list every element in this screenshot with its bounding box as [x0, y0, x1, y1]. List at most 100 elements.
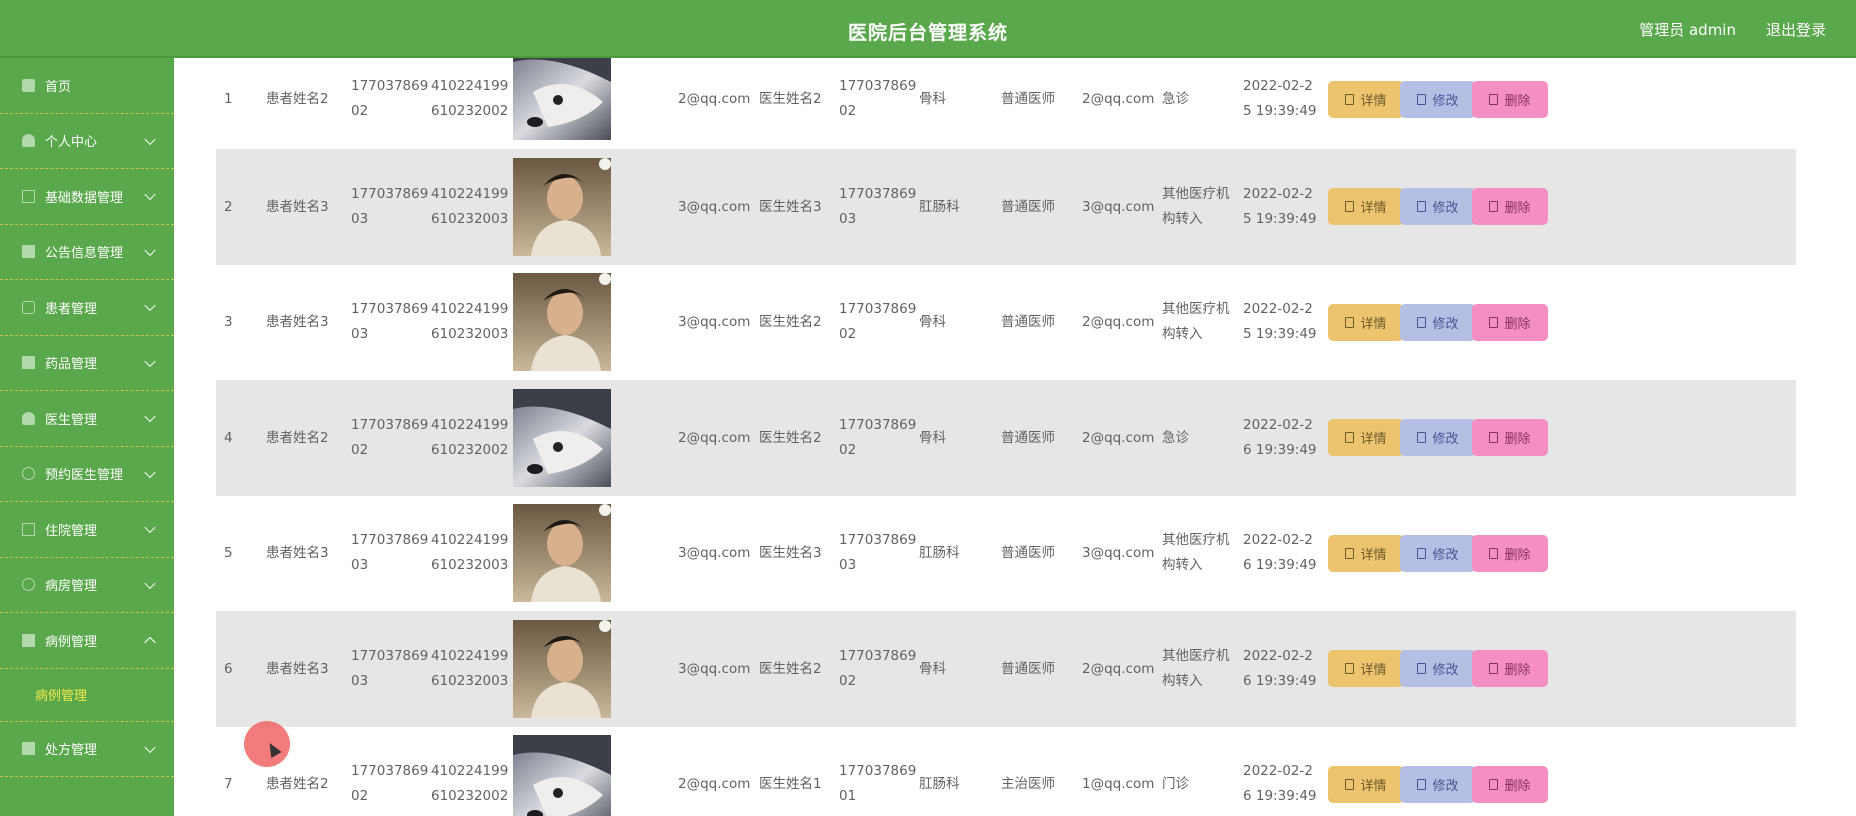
patient-photo-husky [513, 58, 611, 140]
doctor-phone-line1: 177037869 [839, 185, 917, 202]
doctor-title: 普通医师 [1001, 198, 1055, 215]
detail-button[interactable]: 详情 [1328, 650, 1404, 688]
patient-id-number-line1: 410224199 [431, 647, 509, 664]
doctor-email: 3@qq.com [1082, 545, 1155, 562]
sidebar-item-appointment[interactable]: 预约医生管理 [0, 447, 174, 502]
doctor-email: 2@qq.com [1082, 314, 1155, 331]
table-row: 3 患者姓名3 177037869 03 410224199 610232003 3@qq.… [216, 265, 1796, 381]
patient-id-number-line1: 410224199 [431, 532, 509, 549]
doctor-title: 普通医师 [1001, 429, 1055, 446]
doctor-title: 主治医师 [1001, 776, 1055, 793]
detail-label: 详情 [1360, 201, 1387, 217]
sidebar-item-medicine[interactable]: 药品管理 [0, 336, 174, 391]
chevron-down-icon [144, 741, 156, 753]
edit-label: 修改 [1432, 201, 1459, 217]
edit-button[interactable]: 修改 [1400, 419, 1476, 457]
patient-name: 患者姓名3 [266, 314, 329, 331]
detail-button[interactable]: 详情 [1328, 419, 1404, 457]
sidebar-item-notice[interactable]: 公告信息管理 [0, 225, 174, 280]
doctor-phone-line1: 177037869 [839, 301, 917, 318]
sidebar-item-home[interactable]: 首页 [0, 58, 174, 114]
created-time: 2022-02-2 6 19:39:49 [1243, 528, 1317, 578]
detail-icon [1345, 201, 1355, 213]
delete-button[interactable]: 删除 [1472, 188, 1548, 226]
row-index: 3 [224, 314, 233, 331]
patient-phone-line1: 177037869 [351, 763, 429, 780]
delete-button[interactable]: 删除 [1472, 80, 1548, 118]
patient-phone: 177037869 02 [351, 413, 428, 463]
doctor-phone-line1: 177037869 [839, 416, 917, 433]
delete-button[interactable]: 删除 [1472, 650, 1548, 688]
delete-icon [1489, 663, 1499, 675]
edit-button[interactable]: 修改 [1400, 650, 1476, 688]
delete-button[interactable]: 删除 [1472, 419, 1548, 457]
patient-email: 2@qq.com [678, 429, 751, 446]
submenu-item-case-management[interactable]: 病例管理 [0, 669, 174, 722]
created-time-line1: 2022-02-2 [1243, 185, 1313, 202]
edit-button[interactable]: 修改 [1400, 765, 1476, 803]
logout-link[interactable]: 退出登录 [1766, 19, 1826, 40]
sidebar-item-prescription[interactable]: 处方管理 [0, 722, 174, 777]
patient-id-number-line1: 410224199 [431, 301, 509, 318]
edit-icon [1417, 93, 1427, 105]
created-time-line2: 5 19:39:49 [1243, 326, 1317, 343]
patient-phone-line2: 02 [351, 441, 369, 458]
edit-label: 修改 [1432, 316, 1459, 332]
patient-id-number: 410224199 610232003 [431, 528, 508, 578]
detail-button[interactable]: 详情 [1328, 80, 1404, 118]
created-time-line1: 2022-02-2 [1243, 301, 1313, 318]
patient-phone-line1: 177037869 [351, 416, 429, 433]
delete-button[interactable]: 删除 [1472, 765, 1548, 803]
doctor-name: 医生姓名2 [759, 314, 822, 331]
delete-button[interactable]: 删除 [1472, 534, 1548, 572]
main-content: 1 患者姓名2 177037869 02 410224199 610232002 2@qq.… [174, 58, 1856, 816]
created-time: 2022-02-2 5 19:39:49 [1243, 297, 1317, 347]
department: 肛肠科 [919, 776, 960, 793]
sidebar-item-case[interactable]: 病例管理 [0, 613, 174, 669]
patient-id-number: 410224199 610232002 [431, 74, 508, 124]
detail-label: 详情 [1360, 663, 1387, 679]
patient-phone: 177037869 02 [351, 74, 428, 124]
detail-button[interactable]: 详情 [1328, 534, 1404, 572]
created-time-line2: 5 19:39:49 [1243, 103, 1317, 119]
patient-phone-line1: 177037869 [351, 301, 429, 318]
patient-id-number-line2: 610232003 [431, 557, 509, 574]
edit-button[interactable]: 修改 [1400, 534, 1476, 572]
sidebar: 首页 个人中心 基础数据管理 公告信息管理 患者管理 药品管理 医生管理 预约医… [0, 58, 174, 816]
sidebar-item-basic-data[interactable]: 基础数据管理 [0, 169, 174, 225]
doctor-phone-line2: 03 [839, 210, 857, 227]
patient-name: 患者姓名3 [266, 198, 329, 215]
detail-label: 详情 [1360, 432, 1387, 448]
department: 骨科 [919, 429, 946, 446]
chevron-down-icon [144, 521, 156, 534]
created-time-line2: 6 19:39:49 [1243, 441, 1317, 458]
doctor-phone-line1: 177037869 [839, 647, 917, 664]
sidebar-item-doctor[interactable]: 医生管理 [0, 391, 174, 447]
row-index: 4 [224, 429, 233, 446]
detail-button[interactable]: 详情 [1328, 765, 1404, 803]
detail-button[interactable]: 详情 [1328, 303, 1404, 341]
sidebar-item-inpatient[interactable]: 住院管理 [0, 502, 174, 558]
visit-type: 急诊 [1162, 91, 1189, 107]
edit-button[interactable]: 修改 [1400, 188, 1476, 226]
created-time-line1: 2022-02-2 [1243, 532, 1313, 549]
patient-name: 患者姓名2 [266, 91, 329, 107]
delete-button[interactable]: 删除 [1472, 303, 1548, 341]
edit-button[interactable]: 修改 [1400, 303, 1476, 341]
patient-id-number: 410224199 610232003 [431, 297, 508, 347]
visit-type: 其他医疗机 构转入 [1162, 644, 1230, 694]
sidebar-item-patient[interactable]: 患者管理 [0, 280, 174, 336]
chevron-down-icon [144, 299, 156, 312]
detail-button[interactable]: 详情 [1328, 188, 1404, 226]
visit-type: 其他医疗机 构转入 [1162, 182, 1230, 232]
sidebar-item-profile[interactable]: 个人中心 [0, 114, 174, 169]
edit-button[interactable]: 修改 [1400, 80, 1476, 118]
patient-id-number: 410224199 610232003 [431, 644, 508, 694]
sidebar-item-ward[interactable]: 病房管理 [0, 558, 174, 613]
row-index: 2 [224, 198, 233, 215]
chevron-up-icon [144, 636, 156, 649]
patient-id-number-line1: 410224199 [431, 416, 509, 433]
chevron-down-icon [144, 244, 156, 256]
patient-name: 患者姓名2 [266, 776, 329, 793]
patient-name: 患者姓名3 [266, 660, 329, 677]
